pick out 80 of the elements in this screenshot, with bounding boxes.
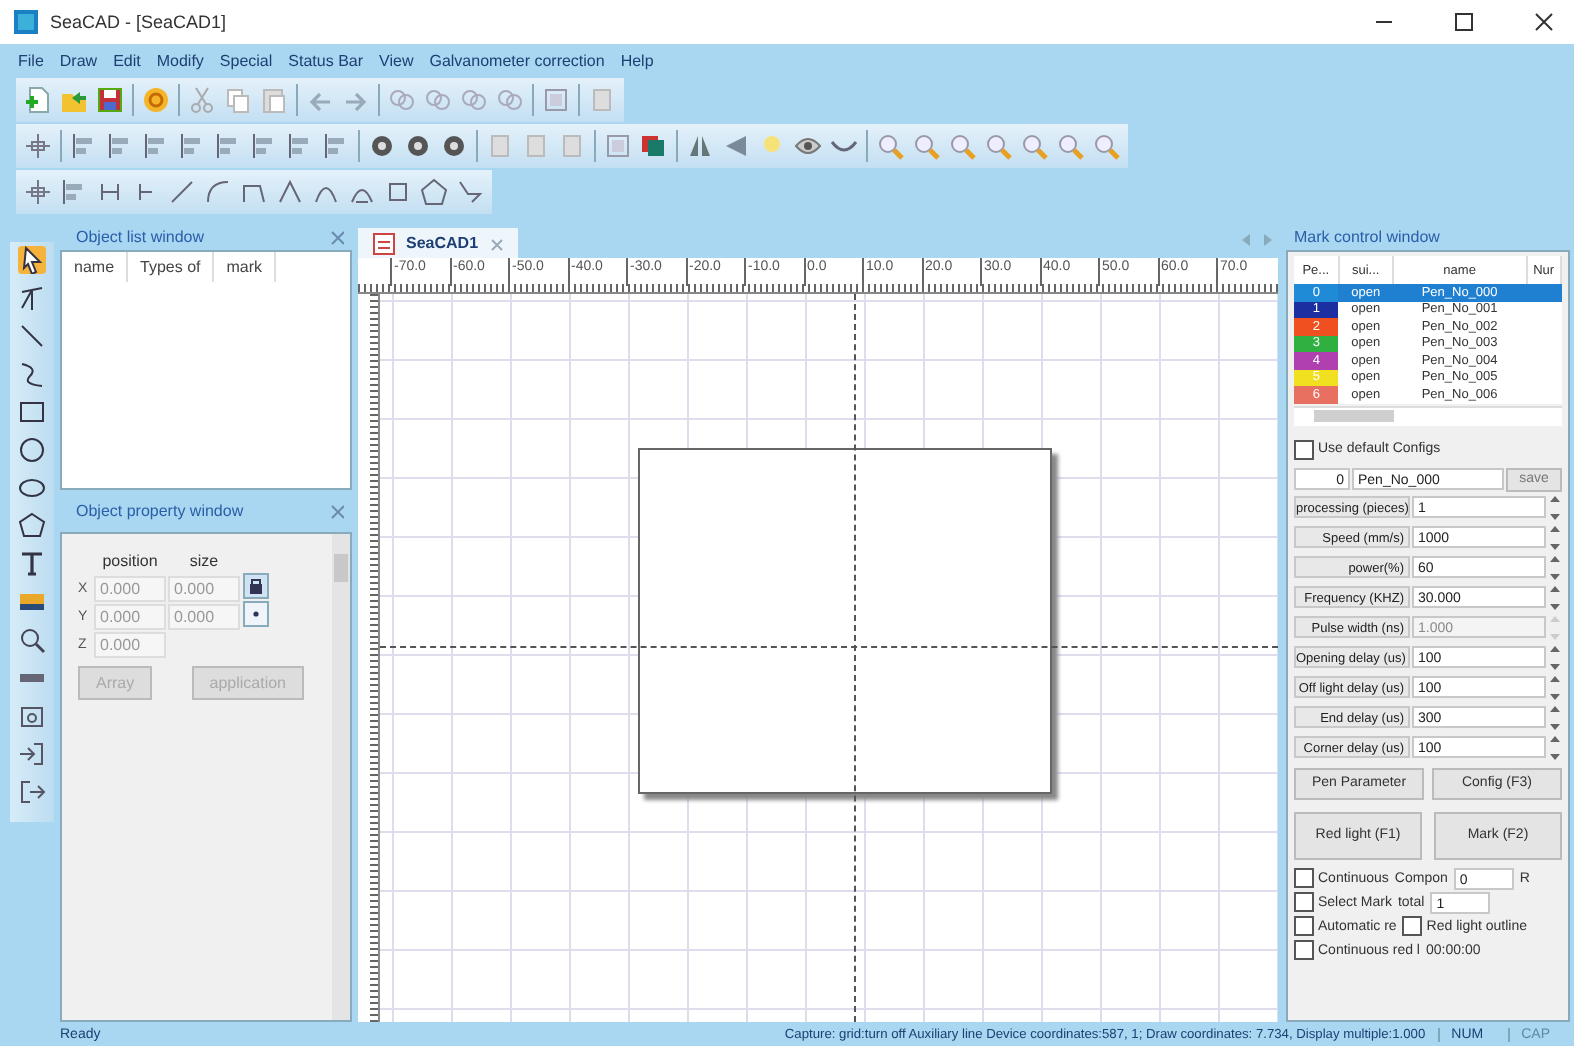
align-icon[interactable]	[60, 178, 88, 206]
app-icon	[12, 8, 40, 36]
menu-item[interactable]: Draw	[53, 51, 104, 69]
mirror-icon[interactable]	[686, 132, 714, 160]
spinner-icon[interactable]	[1548, 703, 1562, 731]
rectangle-icon[interactable]	[18, 398, 46, 426]
menu-item[interactable]: Modify	[150, 51, 210, 69]
align-icon[interactable]	[286, 132, 314, 160]
zoom-icon[interactable]	[1056, 132, 1084, 160]
spinner-icon[interactable]	[1548, 553, 1562, 581]
curve-icon[interactable]	[18, 360, 46, 388]
color-pen-icon[interactable]	[640, 132, 668, 160]
new-file-icon[interactable]	[24, 86, 52, 114]
search-icon[interactable]	[18, 626, 46, 654]
ellipse-icon[interactable]	[18, 474, 46, 502]
node-edit-icon[interactable]	[18, 284, 46, 312]
column-header[interactable]: Types of	[128, 252, 215, 282]
panel-title: Object property window	[76, 502, 246, 520]
align-icon[interactable]	[178, 132, 206, 160]
spinner-icon[interactable]	[1548, 493, 1562, 521]
column-header: size	[187, 551, 221, 569]
text-tool-icon[interactable]	[18, 550, 46, 578]
spinner-icon[interactable]	[1548, 523, 1562, 551]
image-icon[interactable]	[18, 588, 46, 616]
menu-item[interactable]: Special	[213, 51, 279, 69]
close-icon[interactable]	[1530, 8, 1558, 36]
column-header[interactable]: mark	[214, 252, 277, 282]
zoom-icon[interactable]	[876, 132, 904, 160]
open-folder-icon[interactable]	[60, 86, 88, 114]
menu-item[interactable]: Galvanometer correction	[423, 51, 611, 69]
checkbox[interactable]	[1294, 916, 1314, 936]
menu-item[interactable]: View	[373, 51, 420, 69]
document-tab[interactable]: SeaCAD1	[358, 228, 519, 258]
align-icon[interactable]	[142, 132, 170, 160]
horizontal-scroll-bar[interactable]	[1294, 405, 1562, 425]
checkbox[interactable]	[1294, 439, 1314, 459]
crosshair-icon[interactable]	[24, 132, 52, 160]
window-title: SeaCAD - [SeaCAD1]	[50, 12, 227, 32]
align-icon[interactable]	[106, 132, 134, 160]
checkbox[interactable]	[1294, 892, 1314, 912]
spinner-icon[interactable]	[1548, 673, 1562, 701]
circle-icon[interactable]	[18, 436, 46, 464]
zoom-icon[interactable]	[1020, 132, 1048, 160]
lock-icon[interactable]	[242, 572, 270, 600]
maximize-icon[interactable]	[1450, 8, 1478, 36]
import-icon[interactable]	[18, 740, 46, 768]
zoom-icon[interactable]	[984, 132, 1012, 160]
align-icon[interactable]	[70, 132, 98, 160]
spinner-icon[interactable]	[1548, 583, 1562, 611]
align-icon[interactable]	[250, 132, 278, 160]
checkbox[interactable]	[1294, 940, 1314, 960]
column-header: position	[100, 551, 160, 569]
circle-icon[interactable]	[368, 132, 396, 160]
checkbox[interactable]	[1402, 916, 1423, 936]
panel-title: Object list window	[76, 228, 207, 246]
pointer-icon[interactable]	[18, 246, 46, 274]
column-header[interactable]: name	[62, 252, 129, 282]
zoom-icon[interactable]	[948, 132, 976, 160]
dot-button-icon[interactable]	[242, 600, 270, 628]
triangle-icon[interactable]	[722, 132, 750, 160]
menu-item[interactable]: File	[12, 51, 50, 69]
crosshair-icon[interactable]	[24, 178, 52, 206]
spinner-icon[interactable]	[1548, 733, 1562, 761]
zoom-icon[interactable]	[912, 132, 940, 160]
menu-item[interactable]: Help	[614, 51, 660, 69]
circle-icon[interactable]	[404, 132, 432, 160]
export-icon[interactable]	[18, 778, 46, 806]
zoom-icon[interactable]	[1092, 132, 1120, 160]
scroll-bar[interactable]	[332, 534, 350, 1020]
polygon-icon[interactable]	[18, 512, 46, 540]
save-icon[interactable]	[96, 86, 124, 114]
circle-icon[interactable]	[440, 132, 468, 160]
menu-item[interactable]: Edit	[107, 51, 147, 69]
eye-icon[interactable]	[794, 132, 822, 160]
align-icon[interactable]	[322, 132, 350, 160]
panel-title: Mark control window	[1294, 228, 1442, 246]
checkbox[interactable]	[1294, 868, 1314, 888]
spinner-icon[interactable]	[1548, 643, 1562, 671]
align-icon[interactable]	[214, 132, 242, 160]
menu-item[interactable]: Status Bar	[282, 51, 370, 69]
